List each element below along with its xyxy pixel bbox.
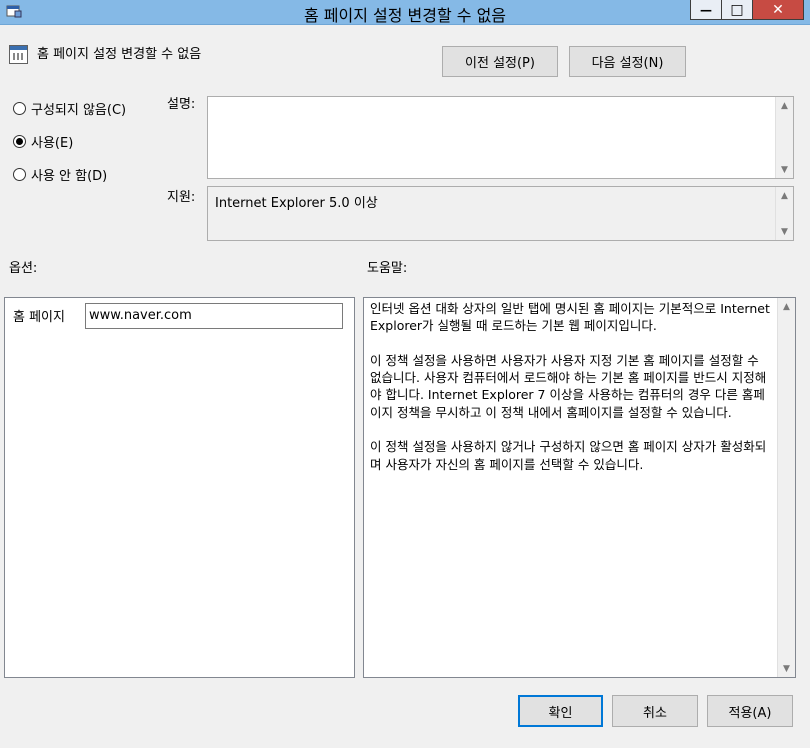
- help-pane: 인터넷 옵션 대화 상자의 일반 탭에 명시된 홈 페이지는 기본적으로 Int…: [363, 297, 796, 678]
- scroll-down-icon[interactable]: ▼: [776, 223, 793, 240]
- homepage-input[interactable]: www.naver.com: [85, 303, 343, 329]
- enabled-radio[interactable]: [13, 135, 26, 148]
- policy-name: 홈 페이지 설정 변경할 수 없음: [37, 47, 202, 62]
- not-configured-label[interactable]: 구성되지 않음(C): [31, 99, 126, 118]
- scroll-up-icon[interactable]: ▲: [778, 298, 795, 315]
- comment-label: 설명:: [167, 97, 196, 112]
- maximize-icon: □: [730, 1, 744, 18]
- disabled-label[interactable]: 사용 안 함(D): [31, 165, 107, 184]
- title-bar[interactable]: 홈 페이지 설정 변경할 수 없음: [0, 0, 810, 25]
- next-setting-button[interactable]: 다음 설정(N): [569, 46, 686, 77]
- help-text: 인터넷 옵션 대화 상자의 일반 탭에 명시된 홈 페이지는 기본적으로 Int…: [370, 301, 770, 472]
- comment-scrollbar[interactable]: ▲ ▼: [775, 97, 793, 178]
- scroll-up-icon[interactable]: ▲: [776, 97, 793, 114]
- supported-scrollbar[interactable]: ▲ ▼: [775, 187, 793, 240]
- help-section-label: 도움말:: [367, 261, 408, 276]
- supported-label: 지원:: [167, 190, 196, 205]
- scroll-down-icon[interactable]: ▼: [778, 660, 795, 677]
- supported-on-text: Internet Explorer 5.0 이상: [215, 196, 378, 211]
- enabled-label[interactable]: 사용(E): [31, 132, 73, 151]
- apply-button[interactable]: 적용(A): [707, 695, 793, 727]
- cancel-button[interactable]: 취소: [612, 695, 698, 727]
- supported-on-box: Internet Explorer 5.0 이상 ▲ ▼: [207, 186, 794, 241]
- ok-button[interactable]: 확인: [518, 695, 603, 727]
- scroll-down-icon[interactable]: ▼: [776, 161, 793, 178]
- options-pane: [4, 297, 355, 678]
- maximize-button[interactable]: □: [721, 0, 753, 20]
- minimize-button[interactable]: —: [690, 0, 722, 20]
- not-configured-radio[interactable]: [13, 102, 26, 115]
- comment-textarea[interactable]: ▲ ▼: [207, 96, 794, 179]
- policy-setting-icon: [9, 45, 28, 64]
- previous-setting-button[interactable]: 이전 설정(P): [442, 46, 558, 77]
- homepage-field-label: 홈 페이지: [13, 310, 65, 325]
- close-icon: ✕: [772, 1, 784, 18]
- help-scrollbar[interactable]: ▲ ▼: [777, 298, 795, 677]
- minimize-icon: —: [700, 2, 712, 17]
- close-button[interactable]: ✕: [752, 0, 804, 20]
- options-section-label: 옵션:: [9, 261, 38, 276]
- disabled-radio[interactable]: [13, 168, 26, 181]
- scroll-up-icon[interactable]: ▲: [776, 187, 793, 204]
- window-title: 홈 페이지 설정 변경할 수 없음: [303, 6, 507, 25]
